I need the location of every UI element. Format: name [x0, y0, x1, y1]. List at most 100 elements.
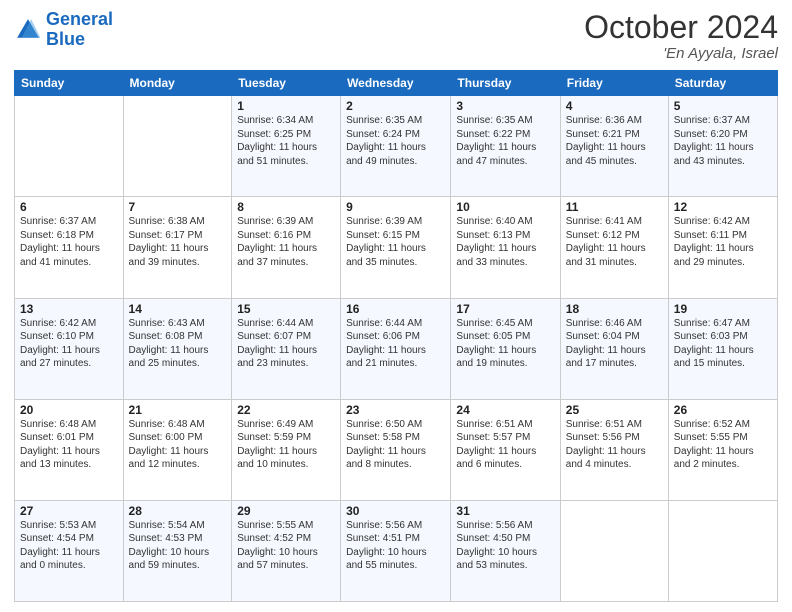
header-sunday: Sunday	[15, 71, 124, 96]
header-tuesday: Tuesday	[232, 71, 341, 96]
header: General Blue October 2024 'En Ayyala, Is…	[14, 10, 778, 62]
day-number: 13	[20, 302, 118, 316]
day-cell: 27Sunrise: 5:53 AM Sunset: 4:54 PM Dayli…	[15, 500, 124, 601]
day-cell: 6Sunrise: 6:37 AM Sunset: 6:18 PM Daylig…	[15, 197, 124, 298]
day-cell	[15, 96, 124, 197]
day-cell: 18Sunrise: 6:46 AM Sunset: 6:04 PM Dayli…	[560, 298, 668, 399]
day-number: 25	[566, 403, 663, 417]
day-info: Sunrise: 6:39 AM Sunset: 6:16 PM Dayligh…	[237, 215, 335, 269]
day-number: 6	[20, 200, 118, 214]
day-info: Sunrise: 6:52 AM Sunset: 5:55 PM Dayligh…	[674, 418, 772, 472]
day-cell	[668, 500, 777, 601]
day-number: 10	[456, 200, 554, 214]
day-info: Sunrise: 6:51 AM Sunset: 5:57 PM Dayligh…	[456, 418, 554, 472]
calendar-header-row: SundayMondayTuesdayWednesdayThursdayFrid…	[15, 71, 778, 96]
day-cell: 20Sunrise: 6:48 AM Sunset: 6:01 PM Dayli…	[15, 399, 124, 500]
day-cell: 3Sunrise: 6:35 AM Sunset: 6:22 PM Daylig…	[451, 96, 560, 197]
week-row-0: 1Sunrise: 6:34 AM Sunset: 6:25 PM Daylig…	[15, 96, 778, 197]
day-cell: 19Sunrise: 6:47 AM Sunset: 6:03 PM Dayli…	[668, 298, 777, 399]
day-cell: 1Sunrise: 6:34 AM Sunset: 6:25 PM Daylig…	[232, 96, 341, 197]
day-number: 23	[346, 403, 445, 417]
day-number: 2	[346, 99, 445, 113]
day-number: 11	[566, 200, 663, 214]
day-cell: 5Sunrise: 6:37 AM Sunset: 6:20 PM Daylig…	[668, 96, 777, 197]
day-cell: 9Sunrise: 6:39 AM Sunset: 6:15 PM Daylig…	[341, 197, 451, 298]
day-info: Sunrise: 6:48 AM Sunset: 6:01 PM Dayligh…	[20, 418, 118, 472]
month-title: October 2024	[584, 10, 778, 45]
day-info: Sunrise: 6:39 AM Sunset: 6:15 PM Dayligh…	[346, 215, 445, 269]
day-cell: 17Sunrise: 6:45 AM Sunset: 6:05 PM Dayli…	[451, 298, 560, 399]
day-number: 31	[456, 504, 554, 518]
day-cell: 10Sunrise: 6:40 AM Sunset: 6:13 PM Dayli…	[451, 197, 560, 298]
day-cell: 2Sunrise: 6:35 AM Sunset: 6:24 PM Daylig…	[341, 96, 451, 197]
day-number: 24	[456, 403, 554, 417]
day-cell: 25Sunrise: 6:51 AM Sunset: 5:56 PM Dayli…	[560, 399, 668, 500]
calendar-page: General Blue October 2024 'En Ayyala, Is…	[0, 0, 792, 612]
day-number: 29	[237, 504, 335, 518]
day-number: 18	[566, 302, 663, 316]
day-info: Sunrise: 5:56 AM Sunset: 4:50 PM Dayligh…	[456, 519, 554, 573]
logo-text: General Blue	[46, 10, 113, 50]
day-number: 5	[674, 99, 772, 113]
day-info: Sunrise: 6:43 AM Sunset: 6:08 PM Dayligh…	[129, 317, 227, 371]
day-cell: 30Sunrise: 5:56 AM Sunset: 4:51 PM Dayli…	[341, 500, 451, 601]
day-number: 3	[456, 99, 554, 113]
day-number: 27	[20, 504, 118, 518]
day-info: Sunrise: 6:48 AM Sunset: 6:00 PM Dayligh…	[129, 418, 227, 472]
day-cell	[123, 96, 232, 197]
day-info: Sunrise: 6:44 AM Sunset: 6:06 PM Dayligh…	[346, 317, 445, 371]
day-cell: 31Sunrise: 5:56 AM Sunset: 4:50 PM Dayli…	[451, 500, 560, 601]
logo-general: General	[46, 9, 113, 29]
week-row-4: 27Sunrise: 5:53 AM Sunset: 4:54 PM Dayli…	[15, 500, 778, 601]
day-info: Sunrise: 6:35 AM Sunset: 6:24 PM Dayligh…	[346, 114, 445, 168]
day-number: 21	[129, 403, 227, 417]
day-info: Sunrise: 6:40 AM Sunset: 6:13 PM Dayligh…	[456, 215, 554, 269]
day-cell: 21Sunrise: 6:48 AM Sunset: 6:00 PM Dayli…	[123, 399, 232, 500]
day-info: Sunrise: 6:42 AM Sunset: 6:10 PM Dayligh…	[20, 317, 118, 371]
day-number: 20	[20, 403, 118, 417]
week-row-2: 13Sunrise: 6:42 AM Sunset: 6:10 PM Dayli…	[15, 298, 778, 399]
day-number: 19	[674, 302, 772, 316]
day-number: 1	[237, 99, 335, 113]
day-info: Sunrise: 6:37 AM Sunset: 6:20 PM Dayligh…	[674, 114, 772, 168]
day-number: 14	[129, 302, 227, 316]
week-row-3: 20Sunrise: 6:48 AM Sunset: 6:01 PM Dayli…	[15, 399, 778, 500]
day-number: 4	[566, 99, 663, 113]
day-info: Sunrise: 6:41 AM Sunset: 6:12 PM Dayligh…	[566, 215, 663, 269]
day-info: Sunrise: 6:45 AM Sunset: 6:05 PM Dayligh…	[456, 317, 554, 371]
day-number: 30	[346, 504, 445, 518]
day-info: Sunrise: 6:49 AM Sunset: 5:59 PM Dayligh…	[237, 418, 335, 472]
day-info: Sunrise: 6:50 AM Sunset: 5:58 PM Dayligh…	[346, 418, 445, 472]
day-number: 16	[346, 302, 445, 316]
day-cell: 4Sunrise: 6:36 AM Sunset: 6:21 PM Daylig…	[560, 96, 668, 197]
day-cell: 8Sunrise: 6:39 AM Sunset: 6:16 PM Daylig…	[232, 197, 341, 298]
day-cell: 12Sunrise: 6:42 AM Sunset: 6:11 PM Dayli…	[668, 197, 777, 298]
day-info: Sunrise: 6:46 AM Sunset: 6:04 PM Dayligh…	[566, 317, 663, 371]
day-number: 17	[456, 302, 554, 316]
day-info: Sunrise: 6:47 AM Sunset: 6:03 PM Dayligh…	[674, 317, 772, 371]
header-saturday: Saturday	[668, 71, 777, 96]
logo-icon	[14, 16, 42, 44]
day-info: Sunrise: 6:38 AM Sunset: 6:17 PM Dayligh…	[129, 215, 227, 269]
header-wednesday: Wednesday	[341, 71, 451, 96]
day-cell: 22Sunrise: 6:49 AM Sunset: 5:59 PM Dayli…	[232, 399, 341, 500]
day-number: 22	[237, 403, 335, 417]
day-number: 26	[674, 403, 772, 417]
day-cell: 29Sunrise: 5:55 AM Sunset: 4:52 PM Dayli…	[232, 500, 341, 601]
location-title: 'En Ayyala, Israel	[584, 45, 778, 62]
day-number: 15	[237, 302, 335, 316]
day-number: 28	[129, 504, 227, 518]
day-number: 12	[674, 200, 772, 214]
calendar-table: SundayMondayTuesdayWednesdayThursdayFrid…	[14, 70, 778, 602]
day-number: 9	[346, 200, 445, 214]
day-info: Sunrise: 5:56 AM Sunset: 4:51 PM Dayligh…	[346, 519, 445, 573]
header-friday: Friday	[560, 71, 668, 96]
day-cell: 16Sunrise: 6:44 AM Sunset: 6:06 PM Dayli…	[341, 298, 451, 399]
day-cell: 11Sunrise: 6:41 AM Sunset: 6:12 PM Dayli…	[560, 197, 668, 298]
logo-blue: Blue	[46, 29, 85, 49]
logo: General Blue	[14, 10, 113, 50]
day-info: Sunrise: 6:51 AM Sunset: 5:56 PM Dayligh…	[566, 418, 663, 472]
day-cell: 15Sunrise: 6:44 AM Sunset: 6:07 PM Dayli…	[232, 298, 341, 399]
day-info: Sunrise: 6:42 AM Sunset: 6:11 PM Dayligh…	[674, 215, 772, 269]
week-row-1: 6Sunrise: 6:37 AM Sunset: 6:18 PM Daylig…	[15, 197, 778, 298]
